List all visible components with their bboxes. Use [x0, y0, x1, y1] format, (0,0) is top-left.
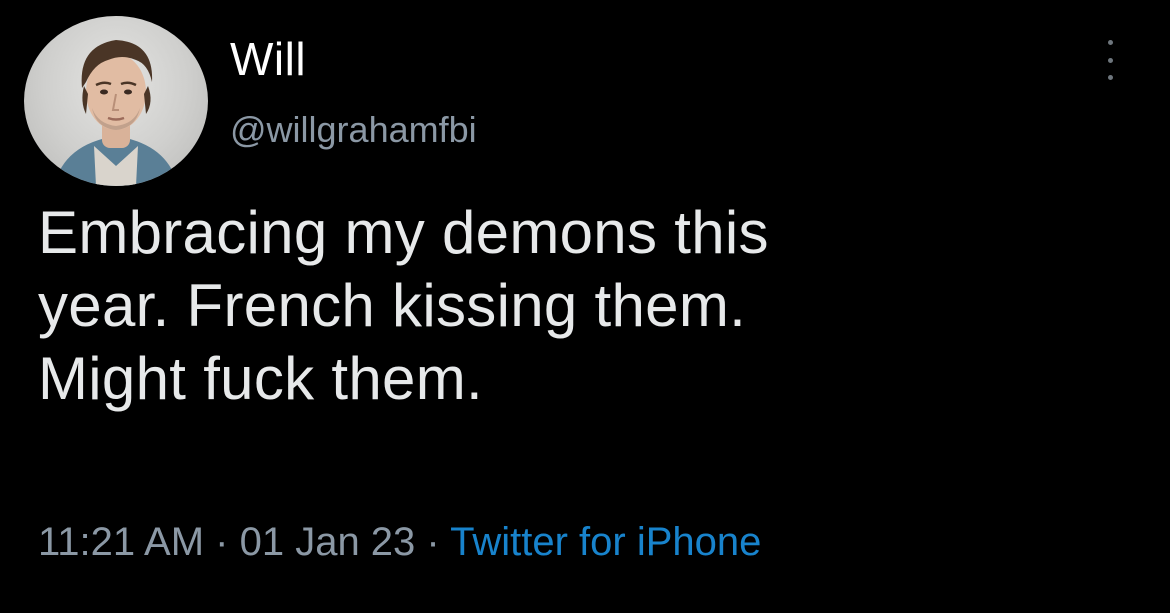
more-dot [1107, 75, 1113, 80]
author-handle[interactable]: @willgrahamfbi [230, 112, 477, 148]
tweet-text-line: year. French kissing them. [38, 272, 747, 339]
tweet-source[interactable]: Twitter for iPhone [450, 520, 761, 564]
author-display-name[interactable]: Will [230, 36, 306, 82]
tweet-screenshot: Will @willgrahamfbi Embracing my demons … [0, 0, 1170, 613]
meta-separator: · [204, 520, 240, 564]
tweet-time[interactable]: 11:21 AM [38, 520, 204, 564]
tweet-text-line: Embracing my demons this [38, 199, 769, 266]
more-dot [1107, 57, 1113, 63]
tweet-text: Embracing my demons this year. French ki… [38, 196, 1128, 415]
avatar[interactable] [24, 16, 208, 186]
more-vertical-icon[interactable] [1100, 40, 1120, 80]
meta-separator: · [415, 520, 451, 564]
profile-photo [54, 40, 178, 186]
more-dot [1107, 40, 1113, 45]
tweet-date[interactable]: 01 Jan 23 [240, 520, 416, 564]
tweet-text-line: Might fuck them. [38, 345, 483, 412]
tweet-meta: 11:21 AM · 01 Jan 23 · Twitter for iPhon… [38, 522, 761, 562]
